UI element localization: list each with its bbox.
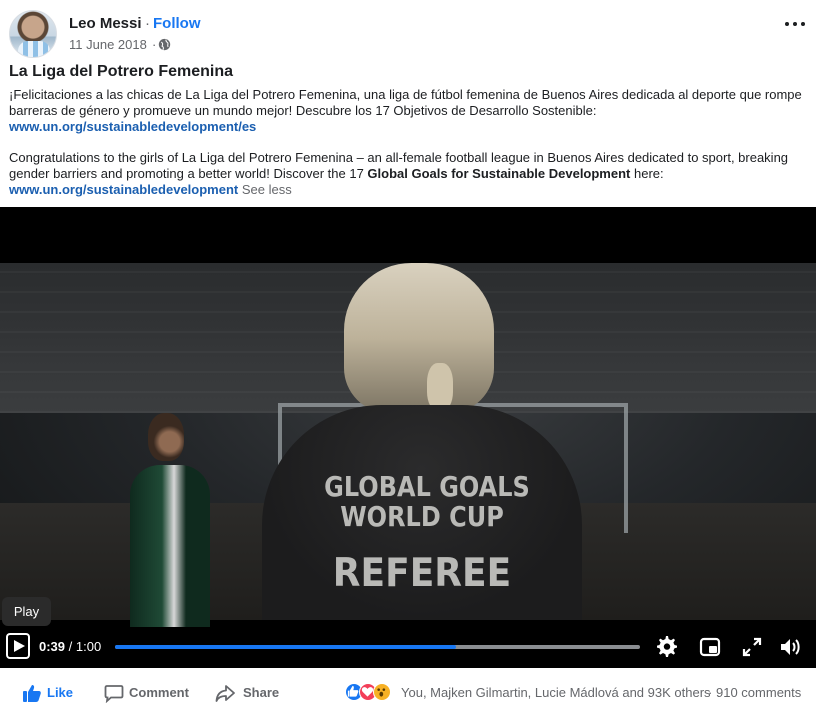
video-frame[interactable]: GLOBAL GOALS WORLD CUP REFEREE (0, 263, 816, 635)
reaction-names[interactable]: You, Majken Gilmartin, Lucie Mádlová and… (401, 685, 711, 700)
post-actions: Like Comment Share You, Majken Gilmartin… (0, 668, 816, 716)
comment-label: Comment (129, 685, 189, 700)
comments-count[interactable]: 910 comments (716, 685, 801, 700)
spanish-text: ¡Felicitaciones a las chicas de La Liga … (9, 87, 802, 118)
reaction-separator: · (708, 685, 713, 700)
video-duration: 1:00 (75, 639, 102, 654)
share-button[interactable]: Share (215, 683, 285, 703)
follow-button[interactable]: Follow (153, 15, 201, 32)
picture-in-picture-icon[interactable] (698, 635, 722, 659)
video-controls: 0:39 / 1:00 (0, 627, 816, 668)
post-text-spanish: ¡Felicitaciones a las chicas de La Liga … (9, 87, 809, 135)
fullscreen-icon[interactable] (740, 635, 764, 659)
like-button[interactable]: Like (22, 683, 82, 703)
date-separator: · (152, 37, 157, 52)
play-tooltip: Play (2, 597, 51, 626)
author-avatar[interactable] (9, 10, 57, 58)
post-title: La Liga del Potrero Femenina (9, 63, 234, 80)
play-icon (14, 640, 25, 652)
referee-shirt: GLOBAL GOALS WORLD CUP REFEREE (262, 405, 582, 620)
global-goals-text: Global Goals for Sustainable Development (367, 166, 631, 181)
play-button[interactable] (6, 633, 30, 659)
like-icon (23, 685, 41, 702)
post-date[interactable]: 11 June 2018 (69, 37, 147, 52)
comment-button[interactable]: Comment (104, 683, 204, 703)
spanish-link[interactable]: www.un.org/sustainabledevelopment/es (9, 119, 256, 134)
comment-icon (104, 685, 124, 703)
referee-ponytail (427, 363, 453, 411)
author-name[interactable]: Leo Messi (69, 15, 142, 32)
post-header: Leo Messi · Follow 11 June 2018 · (0, 0, 816, 62)
shirt-text-world-cup: WORLD CUP (340, 500, 504, 534)
english-text-part-2: here: (630, 166, 664, 181)
avatar-shirt (18, 41, 50, 57)
volume-icon[interactable] (778, 635, 802, 659)
video-referee-figure: GLOBAL GOALS WORLD CUP REFEREE (262, 263, 582, 620)
like-label: Like (47, 685, 74, 700)
more-horizontal-icon[interactable] (784, 16, 806, 32)
player-head (148, 413, 184, 461)
current-time: 0:39 (39, 639, 66, 654)
video-player[interactable]: GLOBAL GOALS WORLD CUP REFEREE Play 0:39… (0, 207, 816, 668)
referee-hair (344, 263, 494, 413)
player-body (130, 465, 210, 635)
shirt-text-referee: REFEREE (332, 550, 512, 597)
globe-icon[interactable] (158, 38, 171, 51)
settings-icon[interactable] (655, 635, 679, 659)
wow-reaction-icon (373, 683, 391, 701)
progress-bar[interactable] (115, 645, 640, 649)
english-link[interactable]: www.un.org/sustainabledevelopment (9, 182, 238, 197)
name-separator: · (145, 15, 150, 32)
shirt-text-global-goals: GLOBAL GOALS (324, 470, 530, 504)
video-time: 0:39 / 1:00 (39, 639, 101, 654)
share-icon (215, 685, 235, 702)
time-separator: / (68, 639, 73, 654)
see-less-link[interactable]: See less (242, 182, 292, 197)
share-label: Share (243, 685, 280, 700)
reaction-icons[interactable] (345, 683, 401, 703)
video-player-figure (120, 413, 210, 635)
post-text-english: Congratulations to the girls of La Liga … (9, 150, 809, 198)
progress-played (115, 645, 457, 649)
